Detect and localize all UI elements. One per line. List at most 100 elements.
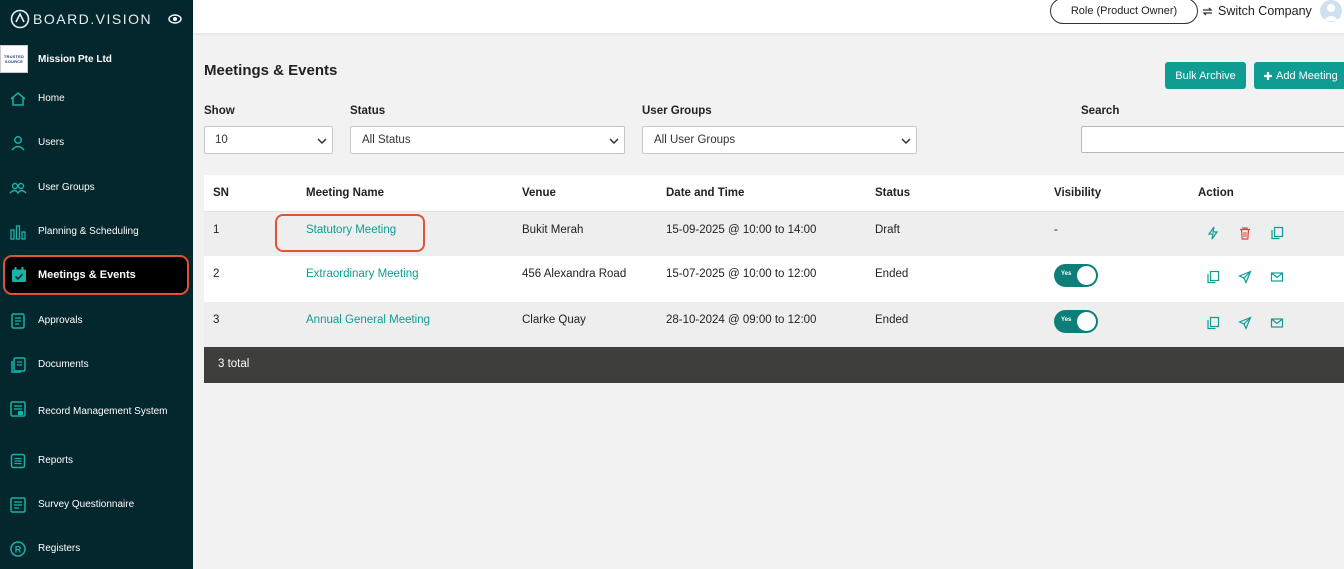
mail-icon[interactable] — [1270, 316, 1284, 330]
survey-icon — [10, 497, 26, 513]
visibility-toggle[interactable]: Yes — [1054, 310, 1098, 333]
sidebar-item-label: User Groups — [38, 182, 95, 193]
user-avatar-icon — [1323, 4, 1339, 21]
toggle-label: Yes — [1061, 317, 1072, 323]
sidebar-item-label: Approvals — [38, 315, 83, 326]
total-count: 3 total — [218, 358, 250, 370]
sidebar-item-label: Users — [38, 137, 65, 148]
row-datetime: 15-07-2025 @ 10:00 to 12:00 — [666, 268, 817, 280]
show-value: 10 — [215, 134, 228, 146]
sidebar-item-label: Home — [38, 93, 65, 104]
table-row: 1 Statutory Meeting Bukit Merah 15-09-20… — [204, 212, 1344, 256]
page-title: Meetings & Events — [204, 62, 338, 79]
search-label: Search — [1081, 105, 1120, 117]
meeting-name-link[interactable]: Statutory Meeting — [306, 224, 396, 236]
table-header: SN Meeting Name Venue Date and Time Stat… — [204, 175, 1344, 212]
send-icon[interactable] — [1238, 316, 1252, 330]
search-input[interactable] — [1081, 126, 1344, 153]
registered-icon: R — [10, 541, 26, 557]
sidebar-item-registers[interactable]: R Registers — [0, 529, 193, 569]
sidebar-item-record-management[interactable]: Record Management System — [0, 392, 193, 432]
mail-icon[interactable] — [1270, 270, 1284, 284]
calendar-check-icon — [12, 267, 26, 282]
row-sn: 2 — [213, 268, 220, 280]
top-bar: Role (Product Owner) Switch Company — [193, 0, 1344, 33]
sidebar-item-label: Survey Questionnaire — [38, 499, 135, 510]
sidebar-item-user-groups[interactable]: User Groups — [0, 168, 193, 208]
brand-logo[interactable]: BOARD.VISION — [10, 8, 152, 30]
add-meeting-button[interactable]: Add Meeting — [1254, 62, 1344, 89]
row-venue: 456 Alexandra Road — [522, 268, 627, 280]
bar-chart-icon — [10, 225, 26, 240]
row-status: Ended — [875, 314, 909, 326]
role-button[interactable]: Role (Product Owner) — [1050, 0, 1198, 24]
sidebar-item-planning[interactable]: Planning & Scheduling — [0, 212, 193, 252]
meetings-table: SN Meeting Name Venue Date and Time Stat… — [204, 175, 1344, 383]
row-venue: Clarke Quay — [522, 314, 586, 326]
column-header-visibility: Visibility — [1054, 187, 1102, 199]
sidebar-item-label: Meetings & Events — [38, 269, 136, 281]
sidebar-item-reports[interactable]: Reports — [0, 441, 193, 481]
lightning-icon[interactable] — [1206, 226, 1220, 240]
row-venue: Bukit Merah — [522, 224, 584, 236]
user-groups-select[interactable]: All User Groups — [642, 126, 917, 154]
visibility-toggle-icon[interactable] — [168, 12, 182, 26]
company-name: Mission Pte Ltd — [38, 53, 112, 65]
plus-icon — [1264, 71, 1272, 80]
company-logo: TRUSTED SOURCE — [0, 45, 28, 73]
user-groups-icon — [9, 182, 27, 195]
user-groups-label: User Groups — [642, 105, 712, 117]
sidebar-item-label: Record Management System — [38, 406, 168, 417]
column-header-action: Action — [1198, 187, 1234, 199]
sidebar-item-label: Documents — [38, 359, 89, 370]
sidebar-item-approvals[interactable]: Approvals — [0, 301, 193, 341]
sidebar-item-survey[interactable]: Survey Questionnaire — [0, 485, 193, 525]
column-header-sn: SN — [213, 187, 229, 199]
column-header-date-time: Date and Time — [666, 187, 745, 199]
column-header-venue: Venue — [522, 187, 556, 199]
chevron-down-icon — [609, 138, 619, 145]
sidebar-item-label: Reports — [38, 455, 74, 466]
user-icon — [11, 136, 25, 151]
chevron-down-icon — [901, 138, 911, 145]
toggle-knob — [1077, 312, 1096, 331]
sidebar-item-users[interactable]: Users — [0, 123, 193, 163]
sidebar-item-label: Planning & Scheduling — [38, 226, 139, 237]
trash-icon[interactable] — [1238, 226, 1252, 240]
switch-arrows-icon — [1202, 7, 1213, 15]
sidebar-item-documents[interactable]: Documents — [0, 345, 193, 385]
status-label: Status — [350, 105, 386, 117]
home-icon — [10, 92, 26, 106]
row-status: Ended — [875, 268, 909, 280]
copy-icon[interactable] — [1270, 226, 1284, 240]
bulk-archive-button[interactable]: Bulk Archive — [1165, 62, 1246, 89]
column-header-meeting-name: Meeting Name — [306, 187, 384, 199]
switch-company-button[interactable]: Switch Company — [1201, 2, 1312, 20]
company-selector[interactable]: TRUSTED SOURCE Mission Pte Ltd — [0, 45, 112, 73]
reports-icon — [10, 453, 26, 469]
status-select[interactable]: All Status — [350, 126, 625, 154]
show-select[interactable]: 10 — [204, 126, 333, 154]
toggle-label: Yes — [1061, 271, 1072, 277]
meeting-name-link[interactable]: Annual General Meeting — [306, 314, 430, 326]
sidebar-item-meetings-events[interactable]: Meetings & Events — [3, 255, 189, 295]
table-row: 3 Annual General Meeting Clarke Quay 28-… — [204, 302, 1344, 347]
row-datetime: 28-10-2024 @ 09:00 to 12:00 — [666, 314, 817, 326]
sidebar: BOARD.VISION TRUSTED SOURCE Mission Pte … — [0, 0, 193, 569]
send-icon[interactable] — [1238, 270, 1252, 284]
row-datetime: 15-09-2025 @ 10:00 to 14:00 — [666, 224, 817, 236]
copy-icon[interactable] — [1206, 316, 1220, 330]
visibility-toggle[interactable]: Yes — [1054, 264, 1098, 287]
add-meeting-label: Add Meeting — [1276, 69, 1338, 82]
sidebar-item-label: Registers — [38, 543, 81, 554]
avatar[interactable] — [1320, 0, 1342, 22]
meeting-name-link[interactable]: Extraordinary Meeting — [306, 268, 419, 280]
brand-name: BOARD.VISION — [33, 11, 153, 27]
status-value: All Status — [362, 134, 411, 146]
row-sn: 1 — [213, 224, 220, 236]
switch-company-label: Switch Company — [1218, 4, 1312, 18]
user-groups-value: All User Groups — [654, 134, 736, 146]
sidebar-item-home[interactable]: Home — [0, 79, 193, 119]
copy-icon[interactable] — [1206, 270, 1220, 284]
row-status: Draft — [875, 224, 900, 236]
